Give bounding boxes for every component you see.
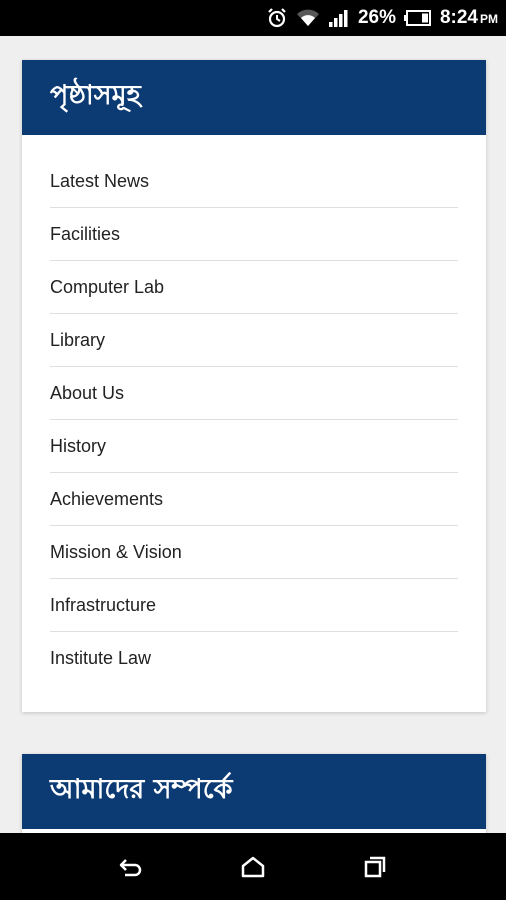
pages-card-title: পৃষ্ঠাসমূহ: [22, 60, 486, 135]
alarm-icon: [266, 7, 288, 29]
menu-item-latest-news[interactable]: Latest News: [50, 155, 458, 208]
clock-time: 8:24: [439, 7, 478, 28]
menu-item-library[interactable]: Library: [50, 314, 458, 367]
menu-item-history[interactable]: History: [50, 420, 458, 473]
about-card-title: আমাদের সম্পর্কে: [22, 754, 486, 829]
wifi-icon: [296, 8, 320, 28]
menu-item-computer-lab[interactable]: Computer Lab: [50, 261, 458, 314]
back-icon[interactable]: [101, 842, 161, 892]
menu-item-about-us[interactable]: About Us: [50, 367, 458, 420]
status-bar: 26% 8:24 PM: [0, 0, 506, 36]
menu-item-facilities[interactable]: Facilities: [50, 208, 458, 261]
pages-menu: Latest News Facilities Computer Lab Libr…: [22, 155, 486, 685]
menu-item-infrastructure[interactable]: Infrastructure: [50, 579, 458, 632]
menu-item-institute-law[interactable]: Institute Law: [50, 632, 458, 685]
signal-icon: [328, 8, 350, 28]
clock: 8:24 PM: [440, 7, 498, 29]
home-icon[interactable]: [223, 842, 283, 892]
pages-card: পৃষ্ঠাসমূহ Latest News Facilities Comput…: [22, 60, 486, 712]
battery-icon: [403, 10, 432, 26]
clock-ampm: PM: [480, 12, 498, 26]
navigation-bar: [0, 833, 506, 900]
recents-icon[interactable]: [345, 842, 405, 892]
battery-percent: 26%: [357, 7, 396, 28]
menu-item-achievements[interactable]: Achievements: [50, 473, 458, 526]
menu-item-mission-vision[interactable]: Mission & Vision: [50, 526, 458, 579]
main-content: পৃষ্ঠাসমূহ Latest News Facilities Comput…: [0, 36, 506, 833]
about-card: আমাদের সম্পর্কে: [22, 754, 486, 833]
